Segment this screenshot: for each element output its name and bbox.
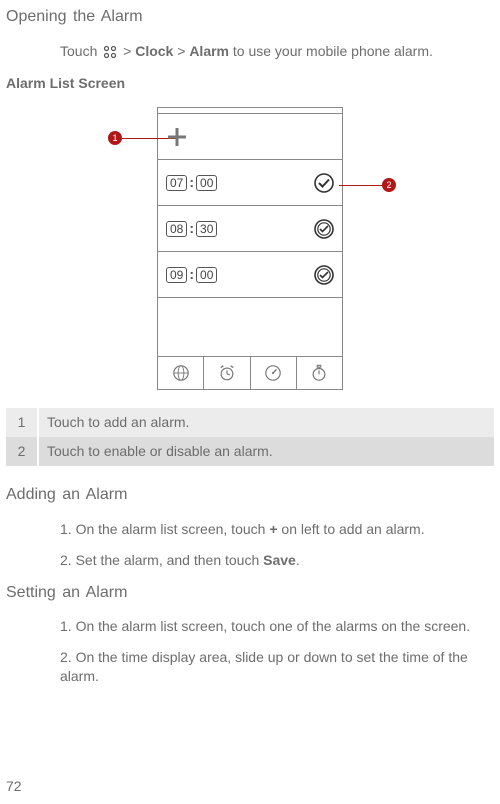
setting-step-1: 1. On the alarm list screen, touch one o… <box>60 617 494 636</box>
txt: 1. On the alarm list screen, touch <box>60 521 269 537</box>
heading-list-screen: Alarm List Screen <box>6 74 494 93</box>
callout-legend-table: 1 Touch to add an alarm. 2 Touch to enab… <box>6 408 494 466</box>
heading-adding: Adding an Alarm <box>6 484 494 506</box>
legend-text: Touch to add an alarm. <box>38 408 494 437</box>
colon: : <box>189 265 194 284</box>
save-label: Save <box>263 552 296 568</box>
stopwatch-icon <box>310 364 328 382</box>
page-number: 72 <box>6 777 22 796</box>
timer-icon <box>264 364 282 382</box>
open-alarm-instruction: Touch > Clock > Alarm to use your mobile… <box>60 42 494 61</box>
alarm-hour: 07 <box>166 175 187 191</box>
callout-1-circle: 1 <box>108 131 122 145</box>
legend-num: 1 <box>6 408 38 437</box>
alarm-minute: 00 <box>196 267 217 283</box>
globe-icon <box>172 364 190 382</box>
txt: on left to add an alarm. <box>278 521 425 537</box>
phone-frame: 07 : 00 08 : 30 09 : 00 <box>157 107 343 390</box>
txt: > <box>119 43 135 59</box>
add-alarm-row[interactable] <box>158 114 342 160</box>
txt: Touch <box>60 43 101 59</box>
legend-text: Touch to enable or disable an alarm. <box>38 437 494 466</box>
table-row: 1 Touch to add an alarm. <box>6 408 494 437</box>
plus-label: + <box>269 521 277 537</box>
colon: : <box>189 173 194 192</box>
clock-label: Clock <box>135 43 173 59</box>
stopwatch-tab[interactable] <box>297 357 342 389</box>
alarm-list-diagram: 1 2 07 : 00 08 : 30 <box>6 107 494 390</box>
alarm-minute: 30 <box>196 221 217 237</box>
alarm-row[interactable]: 07 : 00 <box>158 160 342 206</box>
txt: . <box>296 552 300 568</box>
alarm-row[interactable]: 08 : 30 <box>158 206 342 252</box>
alarm-hour: 09 <box>166 267 187 283</box>
apps-grid-icon <box>103 45 117 59</box>
heading-opening: Opening the Alarm <box>6 6 494 28</box>
heading-setting: Setting an Alarm <box>6 582 494 604</box>
adding-step-1: 1. On the alarm list screen, touch + on … <box>60 520 494 539</box>
alarm-enable-toggle-on[interactable] <box>314 173 334 193</box>
txt: > <box>173 43 189 59</box>
plus-icon <box>166 126 188 148</box>
alarm-clock-icon <box>218 364 236 382</box>
alarm-tab[interactable] <box>204 357 250 389</box>
alarm-hour: 08 <box>166 221 187 237</box>
callout-2-line <box>339 185 382 186</box>
colon: : <box>189 219 194 238</box>
world-clock-tab[interactable] <box>158 357 204 389</box>
alarm-enable-toggle-off[interactable] <box>314 265 334 285</box>
adding-step-2: 2. Set the alarm, and then touch Save. <box>60 551 494 570</box>
alarm-row[interactable]: 09 : 00 <box>158 252 342 298</box>
alarm-label: Alarm <box>189 43 229 59</box>
legend-num: 2 <box>6 437 38 466</box>
alarm-minute: 00 <box>196 175 217 191</box>
empty-space <box>158 298 342 356</box>
callout-2-circle: 2 <box>382 178 396 192</box>
alarm-enable-toggle-off[interactable] <box>314 219 334 239</box>
txt: to use your mobile phone alarm. <box>229 43 433 59</box>
txt: 2. Set the alarm, and then touch <box>60 552 263 568</box>
setting-step-2: 2. On the time display area, slide up or… <box>60 648 494 686</box>
bottom-tab-bar <box>158 356 342 389</box>
table-row: 2 Touch to enable or disable an alarm. <box>6 437 494 466</box>
timer-tab[interactable] <box>251 357 297 389</box>
